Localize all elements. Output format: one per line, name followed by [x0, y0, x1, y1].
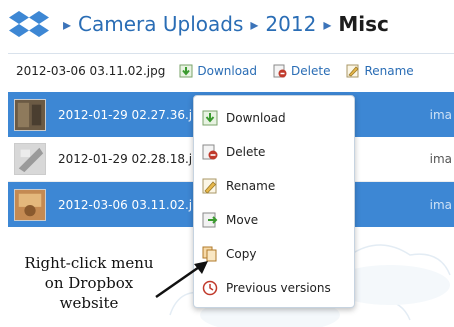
context-menu-rename-label: Rename: [226, 179, 276, 193]
download-action-label: Download: [197, 64, 258, 78]
context-menu-download[interactable]: Download: [194, 101, 354, 135]
context-menu-previous-versions-label: Previous versions: [226, 281, 331, 295]
breadcrumb: ▸ Camera Uploads ▸ 2012 ▸ Misc: [56, 10, 389, 38]
context-menu-move[interactable]: Move: [194, 203, 354, 237]
photo-thumbnail: [14, 98, 46, 131]
delete-icon: [202, 144, 218, 160]
context-menu-download-label: Download: [226, 111, 286, 125]
action-bar: 2012-03-06 03.11.02.jpg Download Delete …: [8, 53, 454, 88]
delete-action-label: Delete: [291, 64, 331, 78]
download-icon: [179, 64, 193, 78]
delete-icon: [273, 64, 287, 78]
file-type: ima: [429, 152, 452, 166]
annotation-line: on Dropbox: [44, 274, 134, 292]
dropbox-logo-icon[interactable]: [8, 10, 50, 40]
move-icon: [202, 212, 218, 228]
rename-action-label: Rename: [364, 64, 414, 78]
context-menu-rename[interactable]: Rename: [194, 169, 354, 203]
file-name: 2012-01-29 02.28.18.jpg: [58, 152, 208, 166]
rename-action[interactable]: Rename: [346, 64, 414, 78]
breadcrumb-separator: ▸: [63, 14, 72, 34]
download-icon: [202, 110, 218, 126]
photo-thumbnail: [14, 188, 46, 221]
annotation-line: website: [59, 294, 119, 312]
breadcrumb-separator: ▸: [323, 14, 332, 34]
rename-icon: [346, 64, 360, 78]
annotation-line: Right-click menu: [24, 254, 154, 272]
breadcrumb-camera-uploads[interactable]: Camera Uploads: [78, 12, 243, 36]
context-menu-delete-label: Delete: [226, 145, 266, 159]
delete-action[interactable]: Delete: [273, 64, 330, 78]
header: ▸ Camera Uploads ▸ 2012 ▸ Misc: [0, 0, 454, 50]
breadcrumb-separator: ▸: [250, 14, 259, 34]
selected-file-name: 2012-03-06 03.11.02.jpg: [16, 64, 166, 78]
file-name: 2012-01-29 02.27.36.jpg: [58, 107, 208, 122]
context-menu-delete[interactable]: Delete: [194, 135, 354, 169]
context-menu-copy-label: Copy: [226, 247, 257, 261]
breadcrumb-2012[interactable]: 2012: [265, 12, 316, 36]
file-name: 2012-03-06 03.11.02.jpg: [58, 197, 208, 212]
annotation-arrow: [155, 261, 208, 299]
rename-icon: [202, 178, 217, 194]
annotation-caption: Right-click menu on Dropbox website: [14, 253, 164, 313]
photo-thumbnail: [14, 143, 46, 175]
file-type: ima: [429, 107, 452, 122]
breadcrumb-current-folder: Misc: [338, 12, 389, 36]
download-action[interactable]: Download: [179, 64, 257, 78]
file-type: ima: [429, 197, 452, 212]
context-menu-move-label: Move: [226, 213, 259, 227]
